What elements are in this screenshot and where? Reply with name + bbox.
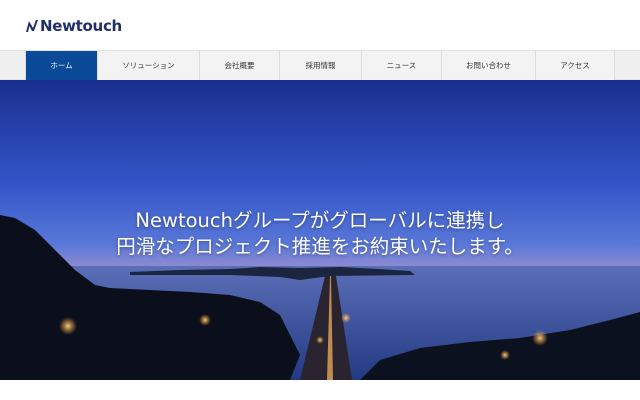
- nav-item-home[interactable]: ホーム: [25, 51, 98, 80]
- nav-item-access[interactable]: アクセス: [536, 51, 615, 80]
- content-panel: [25, 380, 615, 400]
- nav-item-news[interactable]: ニュース: [362, 51, 442, 80]
- hero-tagline-line1: Newtouchグループがグローバルに連携し: [135, 209, 505, 232]
- site-header: Newtouch: [0, 0, 640, 50]
- newtouch-logo-mark-icon: [26, 20, 38, 32]
- nav-list: ホーム ソリューション 会社概要 採用情報 ニュース お問い合わせ アクセス: [25, 51, 615, 80]
- hero-banner: Newtouchグループがグローバルに連携し 円滑なプロジェクト推進をお約束いた…: [0, 80, 640, 380]
- hero-tagline-line2: 円滑なプロジェクト推進をお約束いたします。: [116, 235, 524, 258]
- main-nav: ホーム ソリューション 会社概要 採用情報 ニュース お問い合わせ アクセス: [0, 50, 640, 80]
- nav-item-contact[interactable]: お問い合わせ: [442, 51, 536, 80]
- nav-item-recruit[interactable]: 採用情報: [280, 51, 362, 80]
- brand-name: Newtouch: [40, 17, 122, 35]
- site-logo[interactable]: Newtouch: [25, 16, 122, 36]
- hero-tagline: Newtouchグループがグローバルに連携し 円滑なプロジェクト推進をお約束いた…: [0, 208, 640, 260]
- nav-item-solutions[interactable]: ソリューション: [98, 51, 200, 80]
- nav-item-company[interactable]: 会社概要: [200, 51, 280, 80]
